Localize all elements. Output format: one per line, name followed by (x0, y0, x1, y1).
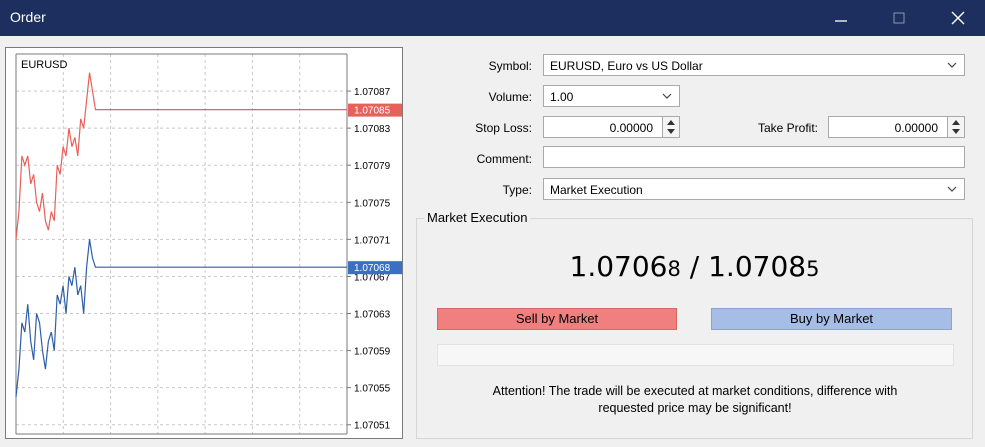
ask-price-last-digit: 5 (806, 257, 820, 281)
chevron-down-icon (662, 93, 672, 99)
volume-combobox[interactable]: 1.00 (543, 85, 680, 107)
close-button[interactable] (935, 0, 981, 36)
symbol-label: Symbol: (488, 59, 532, 73)
price-tick-label: 1.07083 (354, 124, 391, 135)
sell-by-market-button[interactable]: Sell by Market (437, 308, 677, 330)
tick-chart: EURUSD 1.07087 1.07083 1.07079 1.07075 1.070… (15, 53, 402, 435)
stop-loss-label: Stop Loss: (475, 121, 532, 135)
price-tick-label: 1.07063 (354, 310, 391, 321)
price-tick-label: 1.07079 (354, 161, 391, 172)
attention-message: Attention! The trade will be executed at… (440, 383, 950, 417)
window-title: Order (10, 9, 46, 25)
close-icon (951, 11, 965, 25)
ask-price-tag-label: 1.07085 (354, 106, 391, 117)
bid-price-last-digit: 8 (667, 257, 681, 281)
spin-up-icon[interactable] (952, 120, 960, 125)
market-execution-title: Market Execution (424, 210, 531, 225)
volume-value: 1.00 (550, 90, 574, 104)
chevron-down-icon (947, 62, 957, 68)
attention-line-1: Attention! The trade will be executed at… (492, 384, 898, 398)
take-profit-value: 0.00000 (894, 121, 938, 135)
bid-price-tag-label: 1.07068 (354, 263, 391, 274)
execution-status-bar (437, 344, 954, 366)
tick-chart-panel: EURUSD 1.07087 1.07083 1.07079 1.07075 1.070… (5, 47, 403, 439)
price-tick-label: 1.07051 (354, 421, 391, 432)
stop-loss-value: 0.00000 (609, 121, 653, 135)
price-tick-label: 1.07087 (354, 87, 391, 98)
price-tick-label: 1.07055 (354, 384, 391, 395)
attention-line-2: requested price may be significant! (598, 401, 792, 415)
title-bar: Order (0, 0, 985, 36)
price-tick-label: 1.07075 (354, 198, 391, 209)
type-label: Type: (502, 183, 532, 197)
symbol-select[interactable]: EURUSD, Euro vs US Dollar (543, 54, 965, 76)
maximize-button[interactable] (876, 0, 922, 36)
spin-up-icon[interactable] (667, 120, 675, 125)
price-tick-label: 1.07071 (354, 235, 391, 246)
stop-loss-spin-buttons[interactable] (662, 117, 679, 137)
minimize-button[interactable] (818, 0, 864, 36)
comment-input[interactable] (543, 146, 965, 168)
type-select-value: Market Execution (550, 183, 643, 197)
bid-ask-price: 1.07068 / 1.07085 (416, 250, 973, 283)
spin-down-icon[interactable] (952, 129, 960, 134)
bid-price-main: 1.0706 (569, 250, 668, 283)
symbol-select-value: EURUSD, Euro vs US Dollar (550, 59, 703, 73)
stop-loss-stepper[interactable]: 0.00000 (543, 116, 680, 138)
spin-down-icon[interactable] (667, 129, 675, 134)
comment-label: Comment: (476, 152, 532, 166)
ask-price-main: 1.0708 (708, 250, 807, 283)
type-select[interactable]: Market Execution (543, 178, 965, 200)
buy-by-market-button[interactable]: Buy by Market (711, 308, 952, 330)
minimize-icon (835, 20, 847, 22)
price-separator: / (680, 250, 709, 283)
take-profit-stepper[interactable]: 0.00000 (828, 116, 965, 138)
take-profit-spin-buttons[interactable] (947, 117, 964, 137)
ask-price-line (15, 72, 347, 240)
take-profit-label: Take Profit: (757, 121, 818, 135)
bid-price-line (15, 239, 347, 397)
chart-symbol-label: EURUSD (21, 59, 68, 71)
price-tick-label: 1.07059 (354, 347, 391, 358)
chevron-down-icon (947, 186, 957, 192)
maximize-icon (893, 12, 905, 24)
volume-label: Volume: (488, 90, 532, 104)
